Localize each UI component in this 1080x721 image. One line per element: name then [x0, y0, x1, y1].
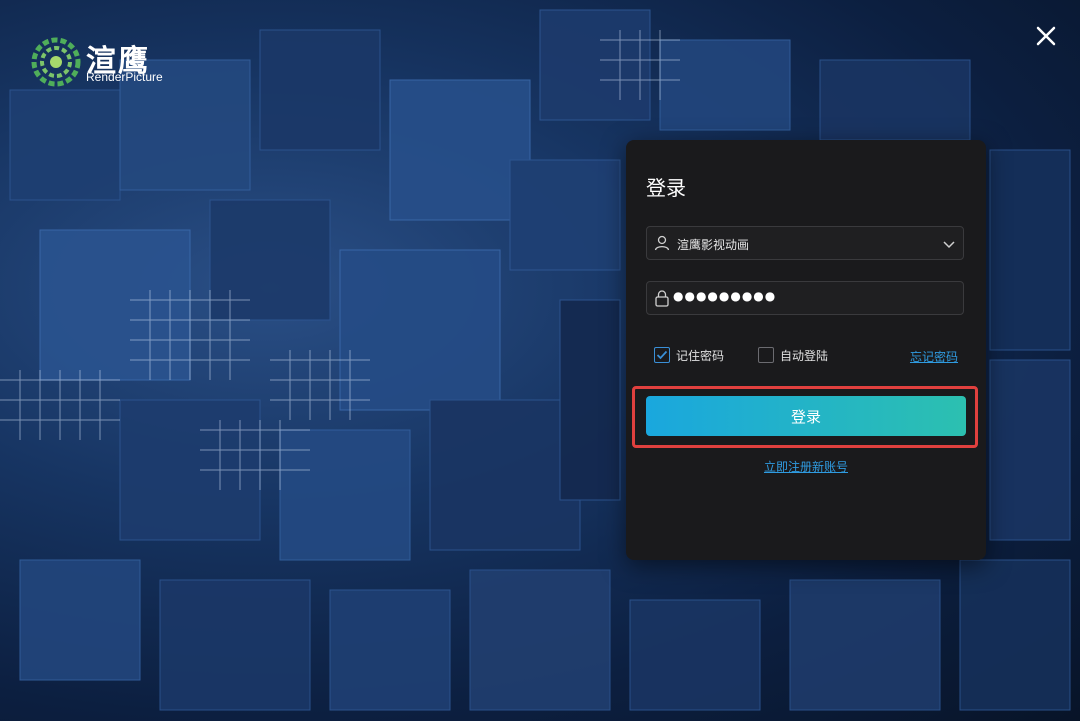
close-button[interactable]	[1030, 20, 1062, 52]
auto-login-label: 自动登陆	[780, 348, 829, 363]
forgot-password-link[interactable]: 忘记密码	[910, 348, 958, 365]
register-container: 立即注册新账号	[626, 456, 986, 475]
password-value: ●●●●●●●●●	[673, 289, 777, 303]
chevron-down-icon[interactable]	[941, 236, 957, 252]
brand-logo: 渲鹰 RenderPicture	[28, 34, 178, 90]
checkbox-unchecked-icon	[758, 347, 774, 363]
login-panel: 登录 渲鹰影视动画 ●●●●●●●●● 记住密码 自动登陆 忘记密码 登录 立即…	[626, 140, 986, 560]
username-value: 渲鹰影视动画	[677, 238, 750, 252]
lock-icon	[655, 290, 669, 307]
remember-password-checkbox[interactable]: 记住密码	[654, 346, 724, 364]
close-icon	[1036, 26, 1056, 46]
remember-password-label: 记住密码	[676, 348, 725, 363]
login-button[interactable]: 登录	[646, 396, 966, 436]
password-field[interactable]: ●●●●●●●●●	[646, 281, 964, 315]
username-field[interactable]: 渲鹰影视动画	[646, 226, 964, 260]
auto-login-checkbox[interactable]: 自动登陆	[758, 346, 828, 364]
render-picture-globe-logo	[31, 37, 81, 87]
checkbox-checked-icon	[654, 347, 670, 363]
login-window: 渲鹰 RenderPicture 登录 渲鹰影视动画 ●●●●●●●●● 记住密…	[0, 0, 1080, 721]
register-link[interactable]: 立即注册新账号	[764, 460, 848, 474]
login-title: 登录	[646, 176, 686, 200]
user-icon	[654, 235, 670, 251]
brand-name-en: RenderPicture	[86, 70, 163, 84]
